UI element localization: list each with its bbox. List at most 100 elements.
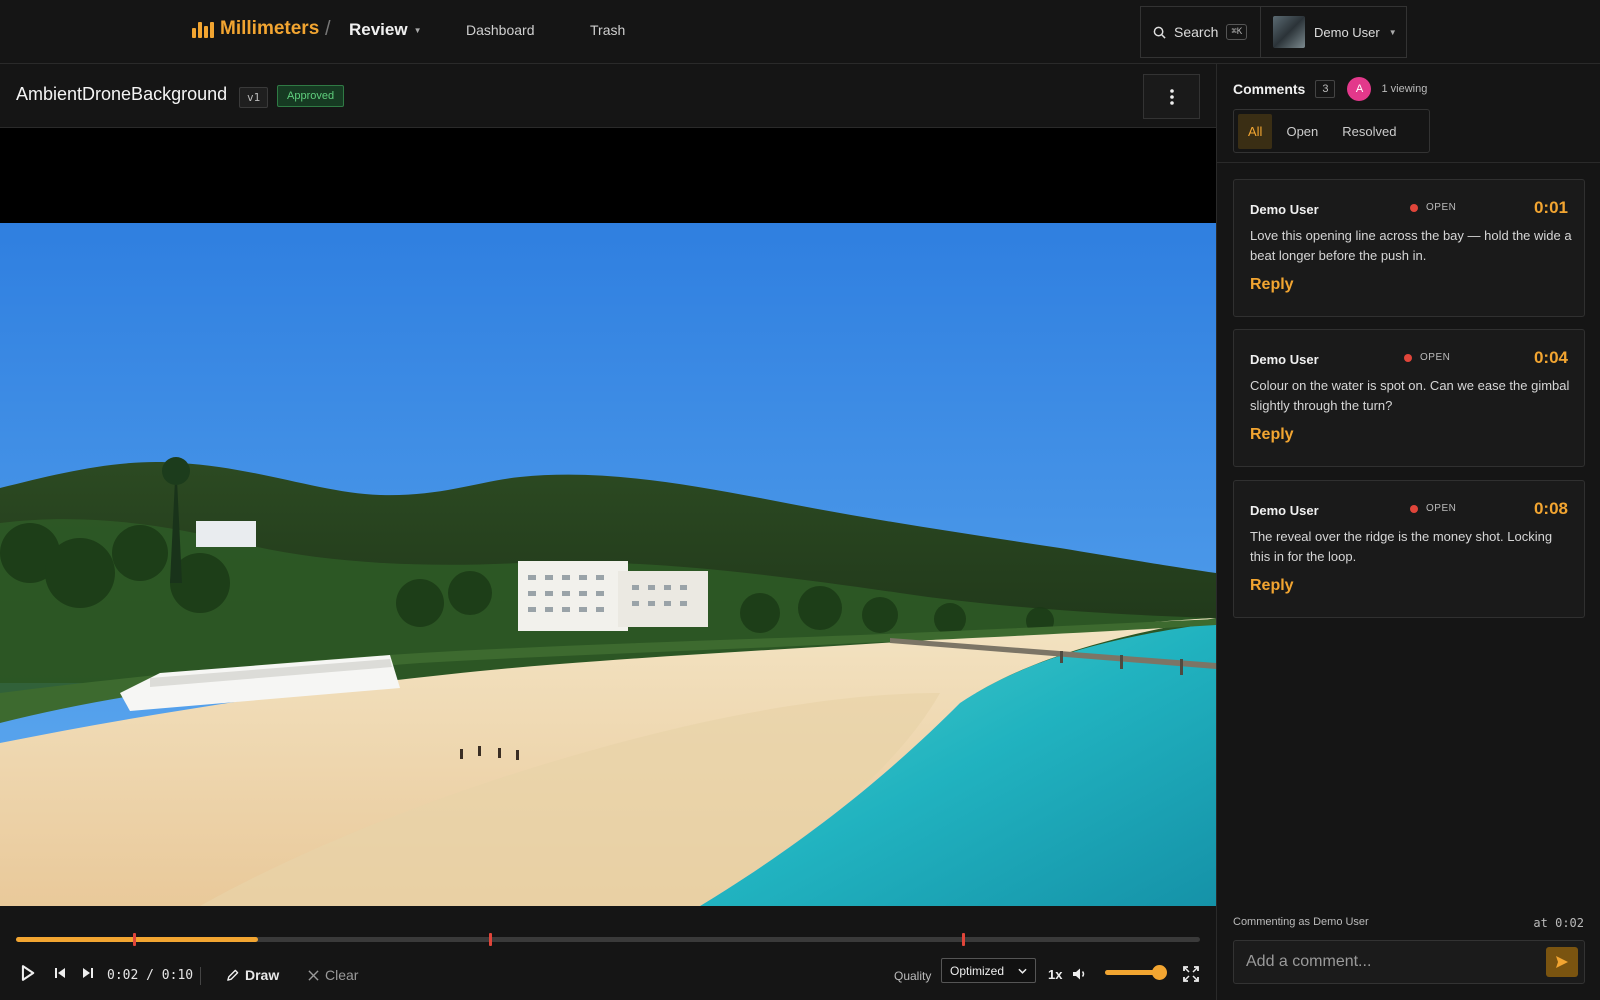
comment-card[interactable]: Demo User OPEN 0:04 Colour on the water … <box>1233 329 1585 467</box>
comment-filter-tabs: All Open Resolved <box>1233 109 1430 153</box>
asset-header: AmbientDroneBackground v1 Approved <box>0 64 1216 128</box>
status-dot-icon <box>1410 203 1418 212</box>
divider <box>1217 162 1600 163</box>
search-shortcut: ⌘K <box>1226 24 1248 40</box>
comment-body: Love this opening line across the bay — … <box>1250 228 1572 263</box>
draw-label: Draw <box>245 967 280 983</box>
quality-value: Optimized <box>950 963 1005 978</box>
tab-open[interactable]: Open <box>1276 114 1328 149</box>
comments-title: Comments <box>1233 81 1306 97</box>
video-frame[interactable] <box>0 223 1216 906</box>
user-menu[interactable]: Demo User ▼ <box>1260 6 1407 58</box>
comment-status-label: OPEN <box>1426 202 1457 213</box>
nav-dashboard[interactable]: Dashboard <box>466 22 535 38</box>
timeline-progress <box>16 937 258 942</box>
next-frame-button[interactable] <box>82 967 94 979</box>
comment-at-time: at 0:02 <box>1533 916 1584 930</box>
comments-count: 3 <box>1315 80 1336 98</box>
nav-trash[interactable]: Trash <box>590 22 625 38</box>
search-button[interactable]: Search ⌘K <box>1140 6 1260 58</box>
breadcrumb-review-label: Review <box>349 20 408 39</box>
version-badge[interactable]: v1 <box>239 87 269 108</box>
brand-name: Millimeters <box>220 18 320 39</box>
search-label: Search <box>1174 24 1219 40</box>
timecode: 0:02 / 0:10 <box>107 968 194 983</box>
comments-panel: Comments 3 A 1 viewing All Open Resolved… <box>1216 64 1600 1000</box>
skip-back-icon <box>55 968 65 978</box>
breadcrumb-separator: / <box>325 18 331 40</box>
comment-status: OPEN <box>1410 503 1456 514</box>
chevron-down-icon: ▼ <box>413 25 422 35</box>
comment-author: Demo User <box>1250 352 1319 367</box>
reply-button[interactable]: Reply <box>1250 577 1294 595</box>
comment-author: Demo User <box>1250 503 1319 518</box>
chevron-down-icon <box>1018 968 1027 974</box>
comment-marker[interactable] <box>133 933 137 946</box>
clear-label: Clear <box>325 967 359 983</box>
mute-button[interactable] <box>1072 967 1088 981</box>
viewer-avatar: A <box>1347 77 1372 101</box>
timeline-scrubber[interactable] <box>16 933 1200 946</box>
brand-logo[interactable]: Millimeters <box>192 18 319 40</box>
comment-timestamp[interactable]: 0:01 <box>1534 198 1568 218</box>
comment-body: Colour on the water is spot on. Can we e… <box>1250 378 1570 413</box>
play-icon <box>21 965 35 981</box>
viewing-indicator: 1 viewing <box>1381 83 1428 95</box>
fullscreen-icon <box>1183 966 1199 982</box>
top-nav: Millimeters / Review ▼ Dashboard Trash S… <box>0 0 1600 64</box>
comment-marker[interactable] <box>488 933 492 946</box>
more-options-button[interactable] <box>1143 74 1200 119</box>
commenting-as-label: Commenting as Demo User <box>1233 916 1369 928</box>
user-name: Demo User <box>1314 24 1380 40</box>
pencil-icon <box>227 969 239 981</box>
draw-button[interactable]: Draw <box>226 967 279 983</box>
volume-icon <box>1073 968 1085 980</box>
comment-card[interactable]: Demo User OPEN 0:08 The reveal over the … <box>1233 480 1585 618</box>
quality-label: Quality <box>894 969 932 983</box>
volume-level <box>1105 970 1159 975</box>
playback-speed-button[interactable]: 1x <box>1048 967 1062 982</box>
breadcrumb-review-dropdown[interactable]: Review ▼ <box>349 20 422 40</box>
search-icon <box>1153 26 1166 39</box>
comment-composer <box>1233 940 1585 984</box>
tab-resolved[interactable]: Resolved <box>1332 114 1406 149</box>
send-icon <box>1556 956 1568 968</box>
comment-body: The reveal over the ridge is the money s… <box>1250 529 1553 564</box>
comment-status-label: OPEN <box>1426 503 1457 514</box>
comment-status: OPEN <box>1410 202 1456 213</box>
comment-status-label: OPEN <box>1420 352 1451 363</box>
status-dot-icon <box>1410 504 1418 513</box>
close-icon <box>308 969 319 981</box>
user-avatar <box>1273 16 1305 48</box>
player-controls: 0:02 / 0:10 Draw Clear Quality Optimized… <box>0 906 1216 1000</box>
play-button[interactable] <box>20 965 35 981</box>
clear-button[interactable]: Clear <box>308 967 358 983</box>
more-vertical-icon <box>1169 88 1174 105</box>
previous-frame-button[interactable] <box>54 967 66 979</box>
drone-beach-video-still <box>0 223 1216 906</box>
video-player[interactable] <box>0 129 1216 906</box>
comment-status: OPEN <box>1404 352 1450 363</box>
chevron-down-icon: ▼ <box>1388 27 1397 37</box>
comment-timestamp[interactable]: 0:04 <box>1534 348 1568 368</box>
quality-select[interactable]: Optimized <box>941 958 1036 983</box>
comment-input[interactable] <box>1234 941 1534 983</box>
comment-card[interactable]: Demo User OPEN 0:01 Love this opening li… <box>1233 179 1585 317</box>
send-comment-button[interactable] <box>1546 947 1578 977</box>
reply-button[interactable]: Reply <box>1250 426 1294 444</box>
volume-slider[interactable] <box>1105 965 1167 980</box>
asset-title: AmbientDroneBackground <box>16 84 228 104</box>
volume-handle[interactable] <box>1152 965 1167 980</box>
comments-header: Comments 3 A 1 viewing <box>1233 77 1427 101</box>
status-dot-icon <box>1404 353 1412 362</box>
controls-divider <box>200 967 201 985</box>
status-badge[interactable]: Approved <box>277 85 345 107</box>
fullscreen-button[interactable] <box>1183 966 1199 982</box>
comment-timestamp[interactable]: 0:08 <box>1534 499 1568 519</box>
reply-button[interactable]: Reply <box>1250 276 1294 294</box>
comment-marker[interactable] <box>962 933 966 946</box>
tab-all[interactable]: All <box>1238 113 1273 149</box>
skip-forward-icon <box>83 968 93 978</box>
comment-author: Demo User <box>1250 202 1319 217</box>
millimeters-logo-icon <box>192 20 214 38</box>
